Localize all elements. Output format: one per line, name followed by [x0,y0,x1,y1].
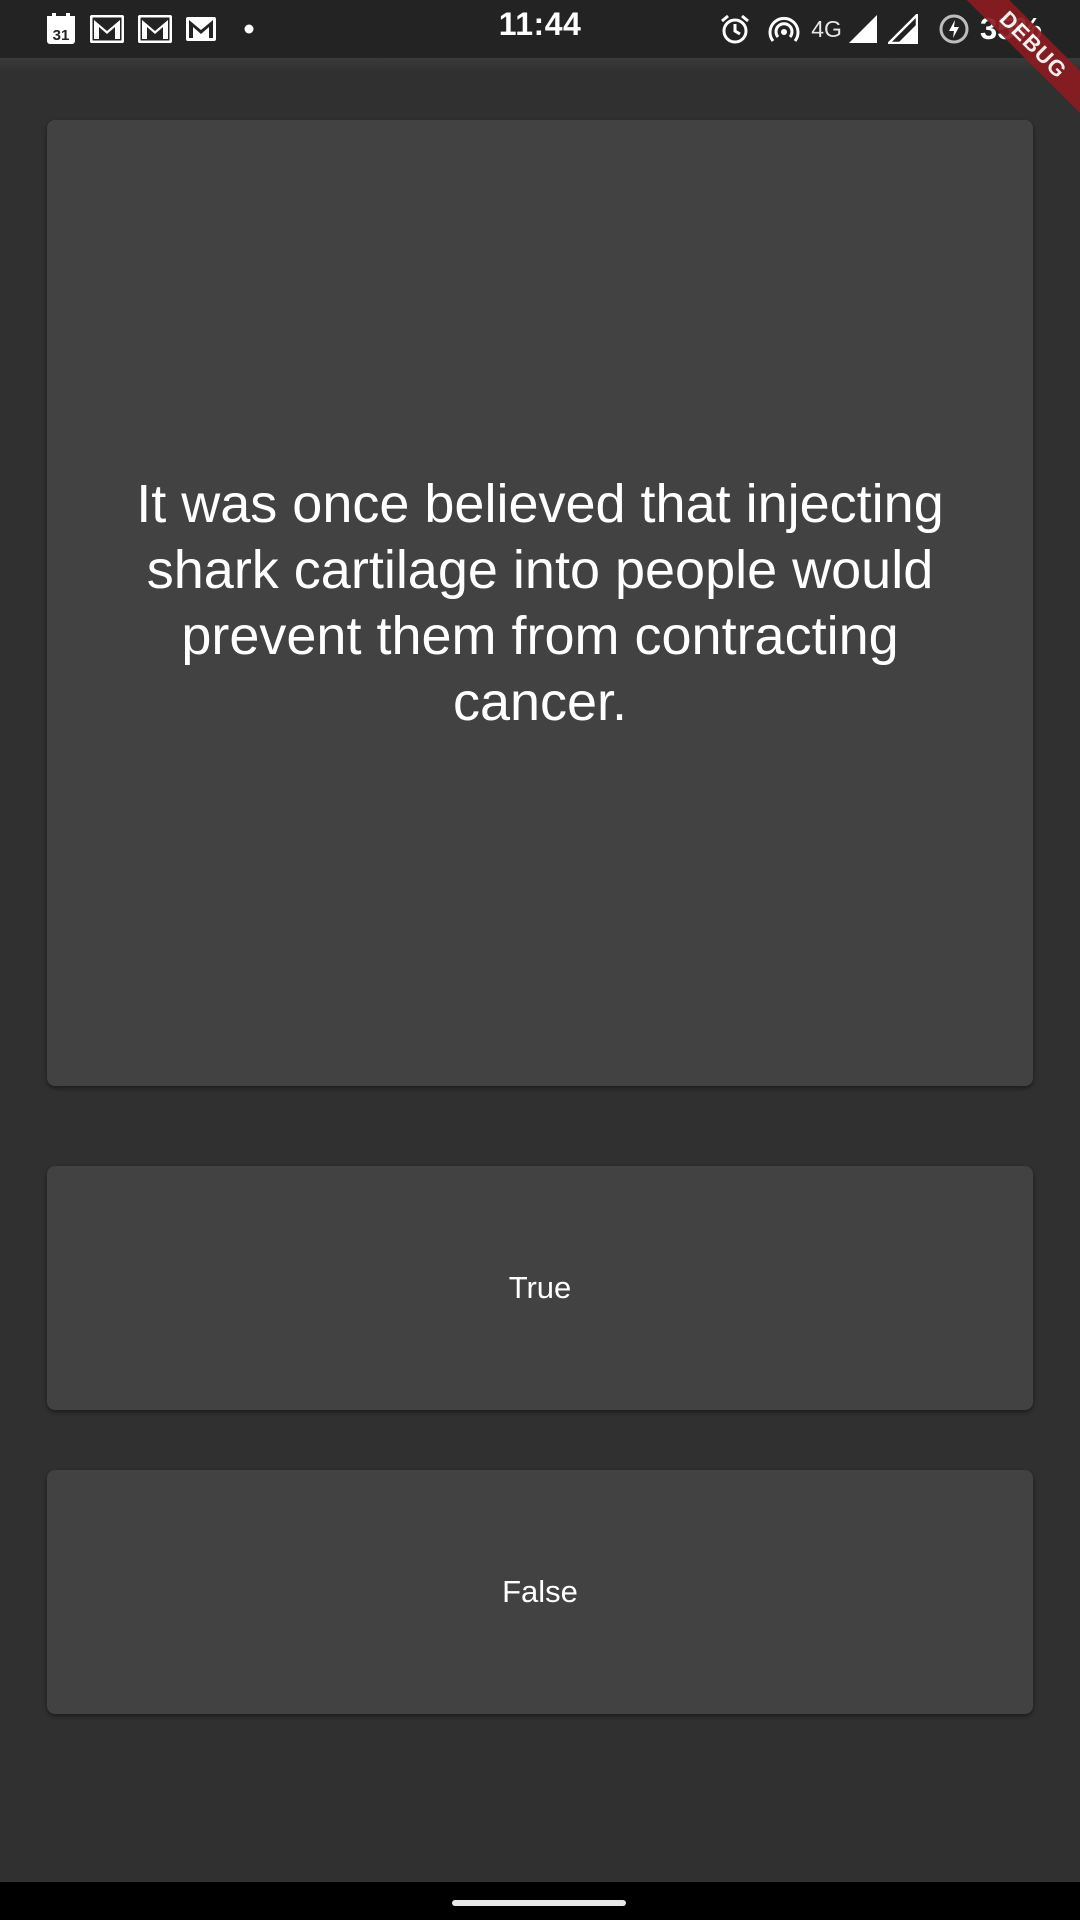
question-card: It was once believed that injecting shar… [47,120,1033,1086]
alarm-icon [719,13,751,45]
signal-icon [887,14,918,44]
false-button[interactable]: False [47,1470,1033,1714]
network-type: 4G [811,15,842,42]
false-button-label: False [502,1574,578,1609]
app-bar-shadow [0,58,1080,72]
battery-saver-icon [938,13,970,45]
true-button-label: True [508,1270,572,1305]
hotspot-icon [767,14,801,44]
home-gesture-handle[interactable] [452,1900,626,1906]
signal-icon [848,14,878,44]
app-screen: 31 11:44 4G DEBUG It was once believed t… [0,0,1080,1920]
true-button[interactable]: True [47,1166,1033,1410]
question-text: It was once believed that injecting shar… [136,474,944,732]
status-bar: 31 11:44 4G [0,0,1080,58]
